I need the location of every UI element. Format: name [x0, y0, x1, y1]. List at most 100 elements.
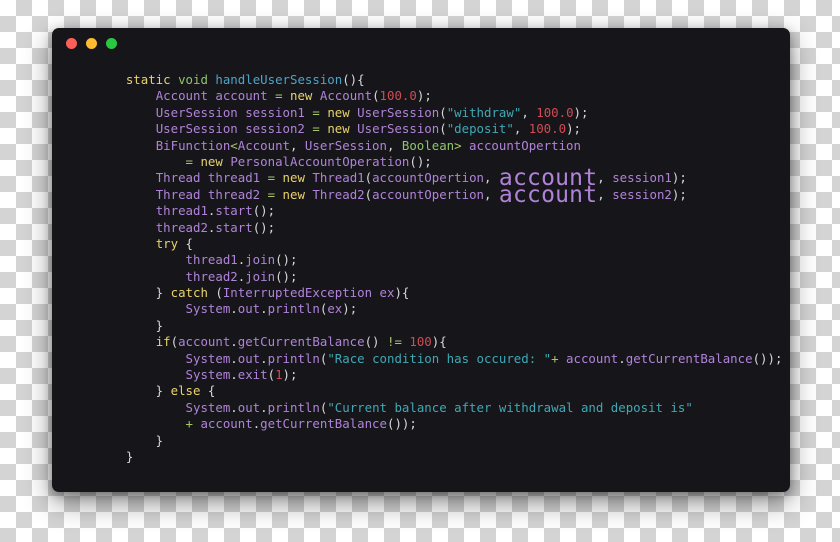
code-line: Account account = new Account(100.0); [96, 88, 776, 104]
close-button-icon[interactable] [66, 38, 77, 49]
code-token: void [178, 72, 208, 87]
code-token: () [364, 334, 387, 350]
code-token: ( [207, 285, 223, 301]
code-line: System.out.println("Race condition has o… [96, 350, 783, 367]
code-token: System [185, 301, 231, 317]
code-token: } [96, 317, 164, 333]
code-token: ); [416, 88, 432, 104]
code-token: new [327, 104, 350, 120]
code-token: ( [267, 367, 276, 383]
code-line: } [96, 433, 776, 449]
code-token: , [289, 137, 305, 153]
code-token: + [551, 350, 559, 366]
code-token: join [245, 252, 276, 268]
code-token: . [230, 334, 238, 350]
code-token: getCurrentBalance [260, 416, 387, 432]
code-token: , [386, 137, 402, 153]
code-token: ( [439, 121, 447, 137]
code-token: ex [379, 285, 395, 301]
code-token: session2 [245, 121, 305, 137]
code-token: , [484, 186, 499, 202]
code-token: ); [671, 170, 687, 186]
code-line: try { [96, 236, 776, 252]
code-token: , [597, 170, 613, 186]
code-token: Thread2 [312, 186, 365, 202]
code-token: = [312, 104, 320, 120]
code-token: "deposit" [446, 121, 514, 137]
code-token: out [237, 301, 261, 317]
code-token: "Current balance after withdrawal and de… [327, 399, 693, 415]
code-token: , [597, 186, 613, 202]
code-token: , [521, 104, 537, 120]
code-token: thread1 [155, 203, 208, 219]
code-token: != [386, 334, 402, 350]
code-token: accountOpertion [372, 186, 484, 202]
code-token: new [282, 170, 305, 186]
code-token: new [282, 186, 305, 202]
code-token: account [200, 416, 253, 432]
code-block[interactable]: static void handleUserSession(){ Account… [52, 56, 790, 492]
code-token: Thread [155, 170, 201, 186]
code-token: thread2 [155, 219, 208, 235]
code-token: ); [671, 186, 687, 202]
code-token: println [267, 350, 320, 366]
code-token: thread2 [207, 186, 261, 202]
code-token: System [185, 367, 231, 383]
code-line: + account.getCurrentBalance()); [96, 416, 776, 432]
code-token: new [327, 121, 350, 137]
minimize-button-icon[interactable] [86, 38, 97, 49]
code-line: BiFunction<Account, UserSession, Boolean… [96, 138, 776, 154]
code-token: InterruptedException [222, 285, 373, 301]
code-token: = [267, 170, 276, 186]
code-token: out [237, 399, 261, 415]
code-token: ( [364, 170, 373, 186]
code-token: UserSession [155, 121, 238, 137]
code-token: = [267, 186, 276, 202]
code-token: . [260, 399, 268, 415]
code-token: . [230, 301, 238, 317]
code-token: } [96, 432, 164, 448]
code-token: static [125, 72, 171, 87]
code-line: } [96, 449, 776, 465]
zoom-button-icon[interactable] [106, 38, 117, 49]
code-token: = [275, 88, 283, 104]
code-token: ex [327, 301, 343, 317]
code-token: (); [252, 219, 276, 235]
code-line: static void handleUserSession(){ [96, 72, 776, 88]
code-line: Thread thread1 = new Thread1(accountOper… [96, 167, 776, 190]
code-token: ){ [431, 334, 447, 350]
code-token: Account [155, 88, 208, 104]
code-token: thread2 [185, 268, 238, 284]
code-token: UserSession [304, 137, 387, 153]
code-token: if [155, 334, 171, 350]
code-token: (); [409, 153, 432, 169]
code-line: Thread thread2 = new Thread2(accountOper… [96, 183, 776, 206]
code-line: thread2.join(); [96, 269, 776, 285]
code-token: new [290, 88, 313, 104]
code-token: ( [372, 88, 380, 104]
traffic-light-group [66, 38, 117, 49]
code-token: ); [342, 301, 358, 317]
code-token: ( [439, 104, 447, 120]
code-token: account [178, 334, 231, 350]
code-token: try [155, 235, 179, 251]
code-token: ()); [752, 350, 783, 366]
window-titlebar[interactable] [52, 28, 790, 56]
code-token: . [618, 350, 626, 366]
